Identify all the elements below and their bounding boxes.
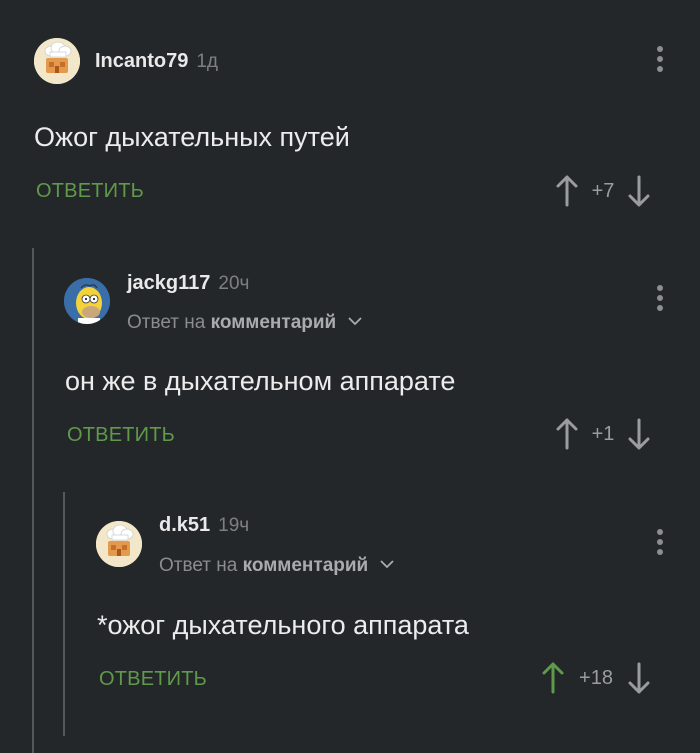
chef-hat-house-icon bbox=[96, 521, 142, 567]
upvote-arrow-icon[interactable] bbox=[540, 661, 566, 695]
user-avatar[interactable] bbox=[96, 521, 142, 567]
author-username[interactable]: d.k51 bbox=[159, 514, 210, 536]
author-name[interactable]: d.k51 19ч bbox=[159, 514, 249, 537]
chevron-down-icon[interactable] bbox=[379, 560, 394, 569]
comment-time: 19ч bbox=[218, 515, 250, 536]
downvote-arrow-icon[interactable] bbox=[626, 661, 652, 695]
reply-to-target[interactable]: комментарий bbox=[243, 555, 369, 576]
vote-score: +18 bbox=[579, 666, 613, 689]
more-options-icon[interactable] bbox=[650, 526, 670, 558]
reply-to-link[interactable]: Ответ на комментарий bbox=[159, 555, 394, 577]
comment-thread: Incanto79 1д Ожог дыхательных путей ОТВЕТ… bbox=[0, 0, 700, 753]
vote-controls: +18 bbox=[540, 661, 652, 695]
reply-button[interactable]: ОТВЕТИТЬ bbox=[99, 668, 207, 691]
comment-3: d.k51 19ч Ответ на комментарий *ожог дыха… bbox=[0, 0, 700, 730]
comment-text: *ожог дыхательного аппарата bbox=[97, 610, 469, 640]
reply-to-prefix: Ответ на bbox=[159, 555, 238, 576]
